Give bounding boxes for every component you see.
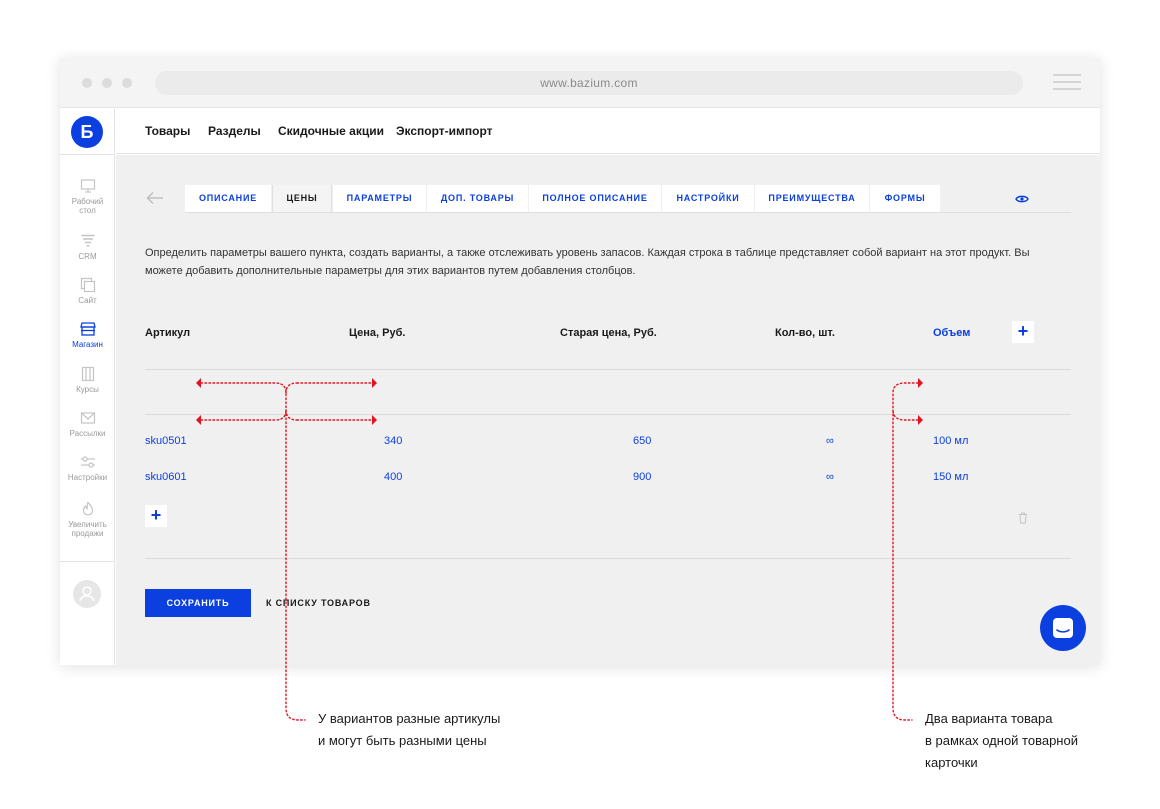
tab-parameters[interactable]: ПАРАМЕТРЫ [333, 185, 426, 212]
top-nav: Товары Разделы Скидочные акции Экспорт-и… [116, 109, 1100, 154]
sidebar-item-label: Рабочий [71, 197, 104, 206]
annotation-line: в рамках одной товарной [925, 733, 1078, 748]
window-maximize-dot[interactable] [122, 78, 132, 88]
annotation-line: У вариантов разные артикулы [318, 711, 501, 726]
avatar[interactable] [73, 580, 101, 608]
mail-icon [80, 412, 95, 424]
annotation-line: и могут быть разными цены [318, 733, 487, 748]
row-1-volume[interactable]: 100 мл [933, 435, 968, 447]
funnel-icon [81, 234, 94, 247]
logo[interactable]: Б [71, 116, 103, 148]
sidebar-item-mailings[interactable]: Рассылки [60, 410, 115, 438]
shop-icon [79, 322, 96, 336]
column-header-old-price: Старая цена, Руб. [560, 327, 657, 339]
annotation-line: карточки [925, 755, 978, 770]
fire-icon [82, 501, 93, 516]
sidebar-item-label: Магазин [72, 340, 103, 349]
annotation-line: Два варианта товара [925, 711, 1053, 726]
row-2-volume[interactable]: 150 мл [933, 471, 968, 483]
nav-products[interactable]: Товары [145, 124, 190, 138]
chat-icon [1053, 618, 1073, 638]
column-header-volume[interactable]: Объем [933, 327, 970, 339]
sidebar-item-label: Рассылки [69, 429, 106, 438]
sidebar-item-label: CRM [78, 252, 97, 261]
sliders-icon [80, 456, 95, 468]
tab-extra-products[interactable]: ДОП. ТОВАРЫ [427, 185, 528, 212]
eye-icon[interactable] [1015, 194, 1029, 204]
sidebar-item-crm[interactable]: CRM [60, 233, 115, 261]
sidebar-item-label: Сайт [78, 296, 97, 305]
nav-export-import[interactable]: Экспорт-импорт [396, 124, 493, 138]
annotation-left: У вариантов разные артикулы и могут быть… [318, 708, 500, 752]
add-column-button[interactable]: + [1012, 321, 1034, 343]
annotation-right: Два варианта товара в рамках одной товар… [925, 708, 1078, 774]
user-icon [79, 586, 95, 602]
chat-button[interactable] [1040, 605, 1086, 651]
column-header-price: Цена, Руб. [349, 327, 406, 339]
browser-window: www.bazium.com Б Рабочий стол CRM Сайт М… [60, 58, 1100, 665]
site-icon [80, 277, 95, 293]
column-header-qty: Кол-во, шт. [775, 327, 835, 339]
sidebar: Б Рабочий стол CRM Сайт Магазин Курсы Ра… [60, 109, 115, 665]
row-2-price[interactable]: 400 [384, 471, 402, 483]
address-bar[interactable]: www.bazium.com [155, 71, 1023, 95]
description-text: Определить параметры вашего пункта, созд… [145, 247, 1030, 277]
window-close-dot[interactable] [82, 78, 92, 88]
add-row-button[interactable]: + [145, 505, 167, 527]
sidebar-item-boost-sales[interactable]: Увеличить продажи [60, 501, 115, 538]
nav-sections[interactable]: Разделы [208, 124, 261, 138]
window-minimize-dot[interactable] [102, 78, 112, 88]
column-header-sku: Артикул [145, 327, 191, 339]
desktop-icon [80, 179, 95, 193]
sidebar-item-shop[interactable]: Магазин [60, 321, 115, 349]
courses-icon [81, 366, 94, 382]
nav-discounts[interactable]: Скидочные акции [278, 124, 384, 138]
row-2-old-price[interactable]: 900 [633, 471, 651, 483]
sidebar-item-label: Курсы [76, 385, 99, 394]
row-1-qty[interactable]: ∞ [826, 435, 834, 447]
tab-prices[interactable]: ЦЕНЫ [272, 185, 332, 212]
sidebar-item-label: стол [79, 206, 96, 215]
tab-advantages[interactable]: ПРЕИМУЩЕСТВА [755, 185, 869, 212]
sidebar-item-desktop[interactable]: Рабочий стол [60, 178, 115, 215]
row-1-price[interactable]: 340 [384, 435, 402, 447]
tab-description[interactable]: ОПИСАНИЕ [185, 185, 271, 212]
save-button[interactable]: СОХРАНИТЬ [145, 589, 251, 617]
row-1-sku[interactable]: sku0501 [145, 435, 187, 447]
delete-column-icon[interactable] [1018, 512, 1028, 524]
main-panel: ОПИСАНИЕ ЦЕНЫ ПАРАМЕТРЫ ДОП. ТОВАРЫ ПОЛН… [116, 155, 1100, 665]
sidebar-item-label: продажи [71, 529, 104, 538]
sidebar-item-label: Увеличить [68, 520, 107, 529]
tab-full-description[interactable]: ПОЛНОЕ ОПИСАНИЕ [529, 185, 661, 212]
row-1-old-price[interactable]: 650 [633, 435, 651, 447]
menu-icon[interactable] [1053, 74, 1081, 90]
tab-forms[interactable]: ФОРМЫ [870, 185, 940, 212]
row-2-sku[interactable]: sku0601 [145, 471, 187, 483]
back-to-list-link[interactable]: К СПИСКУ ТОВАРОВ [266, 598, 371, 608]
row-2-qty[interactable]: ∞ [826, 471, 834, 483]
sidebar-item-label: Настройки [67, 473, 108, 482]
browser-titlebar: www.bazium.com [60, 58, 1100, 108]
sidebar-item-settings[interactable]: Настройки [60, 454, 115, 482]
back-arrow-icon[interactable] [146, 191, 164, 205]
sidebar-item-courses[interactable]: Курсы [60, 366, 115, 394]
sidebar-item-site[interactable]: Сайт [60, 277, 115, 305]
tab-settings[interactable]: НАСТРОЙКИ [662, 185, 754, 212]
